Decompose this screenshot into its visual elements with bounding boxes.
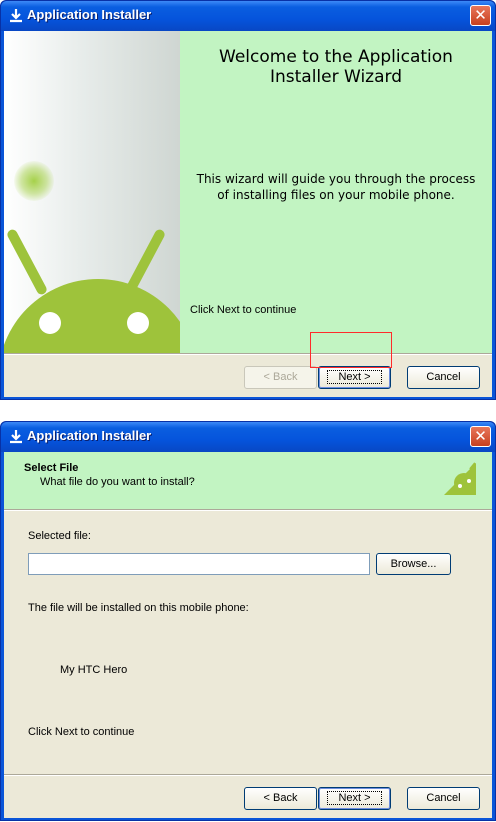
download-icon (8, 429, 24, 445)
install-target-label: The file will be installed on this mobil… (28, 602, 249, 614)
window-title: Application Installer (27, 7, 152, 22)
title-bar[interactable]: Application Installer ✕ (1, 1, 495, 31)
next-button-highlight (310, 332, 392, 368)
android-antenna-left (5, 227, 49, 297)
glow-decoration (14, 161, 54, 201)
continue-hint: Click Next to continue (28, 726, 135, 738)
android-eye-right (127, 312, 149, 334)
next-button-label: Next > (327, 370, 382, 384)
device-name: My HTC Hero (60, 664, 128, 676)
window-title: Application Installer (27, 428, 152, 443)
header-separator (4, 509, 492, 511)
android-head (4, 279, 180, 353)
download-icon (8, 8, 24, 24)
next-button[interactable]: Next > (318, 787, 391, 810)
cancel-button[interactable]: Cancel (407, 366, 480, 389)
close-button[interactable]: ✕ (470, 426, 491, 447)
title-bar[interactable]: Application Installer ✕ (1, 422, 495, 452)
cancel-button[interactable]: Cancel (407, 787, 480, 810)
welcome-title: Welcome to the Application Installer Wiz… (219, 47, 453, 87)
android-eye-left (39, 312, 61, 334)
next-button[interactable]: Next > (318, 366, 391, 389)
back-button[interactable]: < Back (244, 787, 317, 810)
wizard-body: Welcome to the Application Installer Wiz… (4, 31, 492, 397)
close-button[interactable]: ✕ (470, 5, 491, 26)
button-separator (4, 774, 492, 776)
page-subtitle: What file do you want to install? (40, 476, 195, 488)
installer-window-select-file: Application Installer ✕ Select File What… (0, 421, 496, 821)
android-logo-icon (440, 459, 480, 499)
welcome-panel: Welcome to the Application Installer Wiz… (180, 31, 492, 353)
browse-button[interactable]: Browse... (376, 553, 451, 575)
wizard-body: Select File What file do you want to ins… (4, 452, 492, 818)
installer-window-welcome: Application Installer ✕ Welcome to the A… (0, 0, 496, 400)
android-illustration (4, 31, 180, 353)
page-header: Select File What file do you want to ins… (4, 452, 492, 509)
back-button[interactable]: < Back (244, 366, 317, 389)
selected-file-label: Selected file: (28, 530, 91, 542)
welcome-description: This wizard will guide you through the p… (196, 172, 476, 202)
continue-hint: Click Next to continue (190, 304, 297, 316)
page-title: Select File (24, 462, 79, 474)
button-separator (4, 353, 492, 355)
next-button-label: Next > (327, 791, 382, 805)
selected-file-input[interactable] (28, 553, 370, 575)
